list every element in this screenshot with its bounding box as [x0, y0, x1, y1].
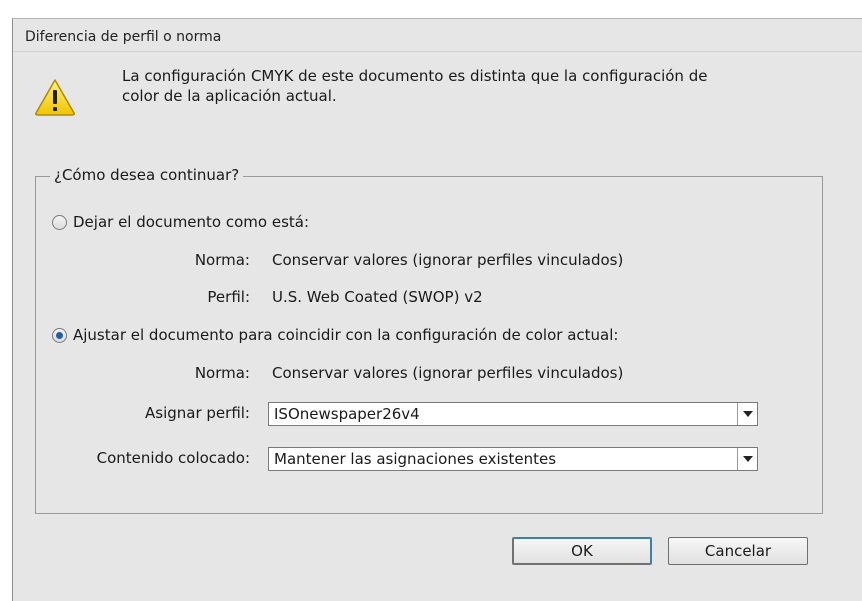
option1-perfil-value: U.S. Web Coated (SWOP) v2 [272, 288, 483, 306]
radio-adjust-document-label: Ajustar el documento para coincidir con … [73, 326, 619, 344]
chevron-down-icon[interactable] [737, 403, 757, 425]
cancel-button[interactable]: Cancelar [668, 537, 808, 565]
option1-perfil-label: Perfil: [207, 288, 250, 306]
option1-norma-value: Conservar valores (ignorar perfiles vinc… [272, 251, 624, 269]
option2-norma-label: Norma: [194, 364, 250, 382]
option2-norma-value: Conservar valores (ignorar perfiles vinc… [272, 364, 624, 382]
dialog-titlebar[interactable]: Diferencia de perfil o norma [13, 19, 862, 52]
asignar-perfil-select[interactable]: ISOnewspaper26v4 [268, 402, 758, 426]
message-line-2: color de la aplicación actual. [122, 87, 337, 105]
contenido-colocado-value: Mantener las asignaciones existentes [274, 450, 557, 468]
radio-button-checked[interactable] [52, 327, 67, 343]
message-line-1: La configuración CMYK de este documento … [122, 67, 708, 85]
asignar-perfil-label: Asignar perfil: [145, 404, 250, 422]
dialog-message: La configuración CMYK de este documento … [122, 66, 822, 106]
radio-keep-document-label: Dejar el documento como está: [73, 213, 310, 231]
radio-button-unchecked[interactable] [52, 214, 67, 230]
warning-icon [35, 79, 75, 116]
option1-norma-label: Norma: [194, 251, 250, 269]
radio-keep-document[interactable]: Dejar el documento como está: [52, 213, 309, 231]
ok-button[interactable]: OK [512, 537, 652, 565]
contenido-colocado-select[interactable]: Mantener las asignaciones existentes [268, 447, 758, 471]
radio-adjust-document[interactable]: Ajustar el documento para coincidir con … [52, 326, 618, 344]
dialog-title: Diferencia de perfil o norma [25, 29, 222, 45]
asignar-perfil-value: ISOnewspaper26v4 [274, 405, 420, 423]
contenido-colocado-label: Contenido colocado: [96, 449, 250, 467]
group-legend: ¿Cómo desea continuar? [50, 166, 244, 184]
chevron-down-icon[interactable] [737, 448, 757, 470]
